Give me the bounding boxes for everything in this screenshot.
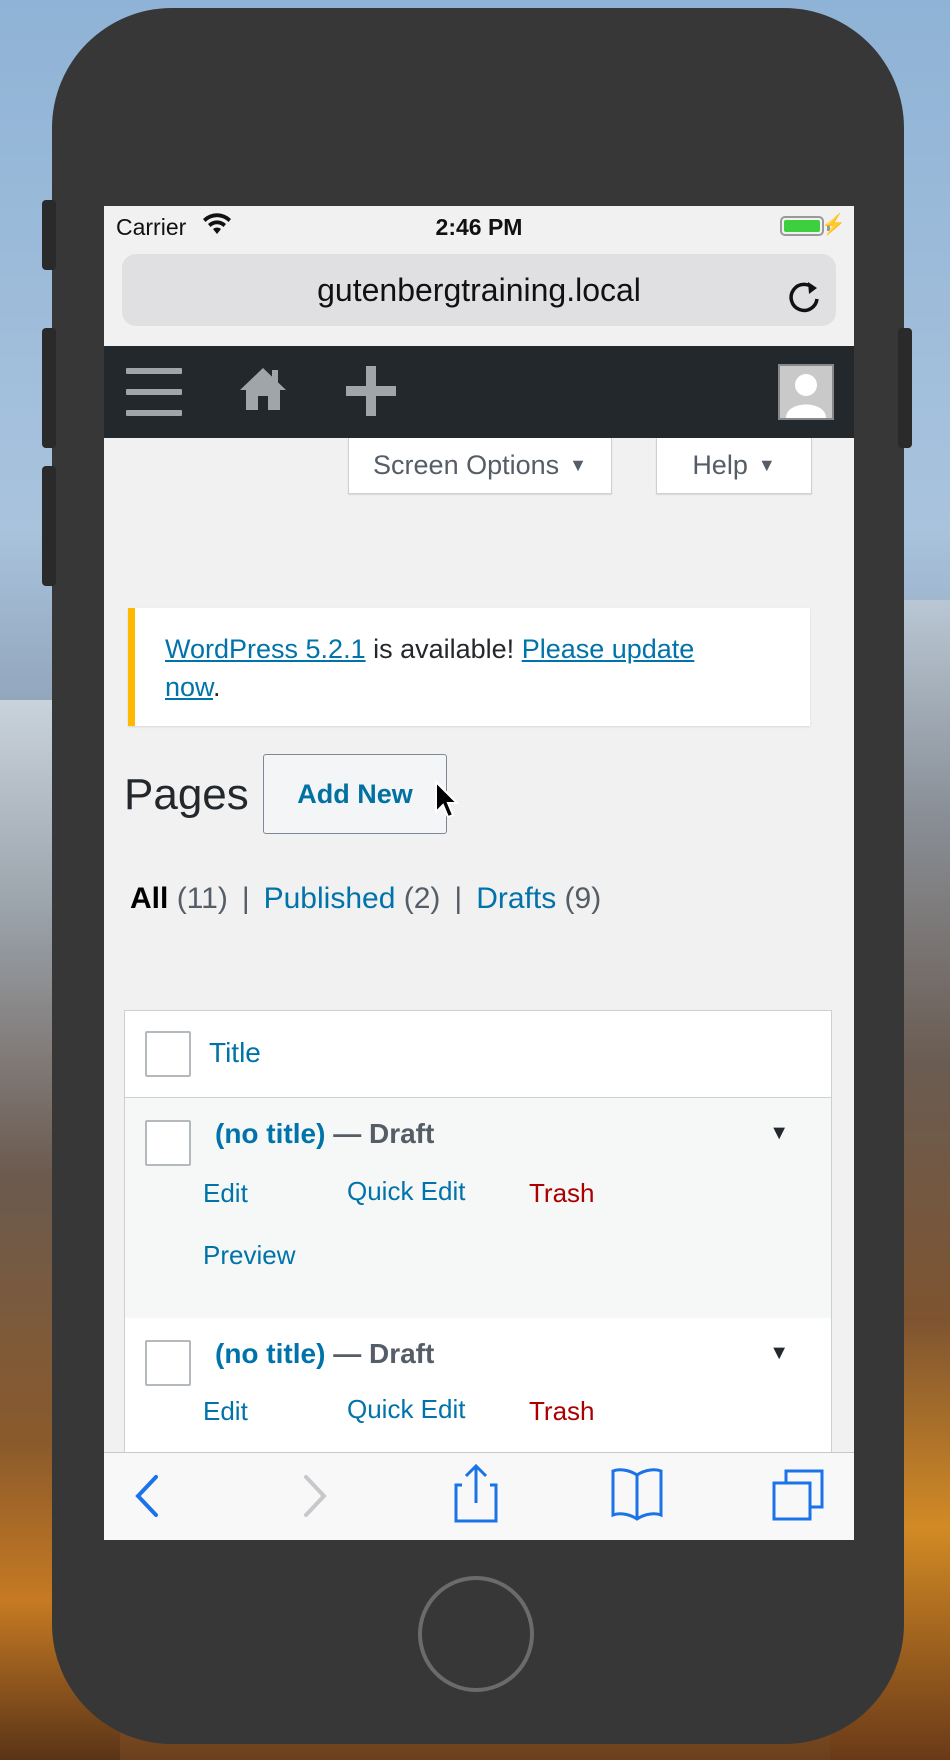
admin-bar [104, 346, 854, 438]
status-bar: Carrier 2:46 PM ⚡ [104, 206, 854, 246]
quick-edit-link[interactable]: Quick Edit [347, 1176, 466, 1207]
row-title: (no title) — Draft [215, 1338, 434, 1370]
phone-mute-switch [42, 200, 56, 270]
select-all-checkbox[interactable] [145, 1031, 191, 1077]
notice-text: is available! [365, 634, 522, 664]
row-checkbox[interactable] [145, 1340, 191, 1386]
table-header: Title [125, 1011, 831, 1098]
table-row: (no title) — Draft ▼ Edit Quick Edit Tra… [125, 1098, 831, 1318]
page-title-link[interactable]: (no title) [215, 1338, 325, 1369]
filter-all-count: (11) [176, 882, 228, 915]
filter-all[interactable]: All [130, 882, 168, 915]
phone-volume-down [42, 466, 56, 586]
mouse-cursor-icon [434, 779, 460, 825]
row-title: (no title) — Draft [215, 1118, 434, 1150]
filter-drafts[interactable]: Drafts [476, 882, 556, 915]
url-text: gutenbergtraining.local [317, 272, 641, 308]
forward-icon[interactable] [300, 1471, 330, 1526]
please-update-link[interactable]: Please update [522, 634, 695, 664]
update-notice: WordPress 5.2.1 is available! Please upd… [128, 608, 810, 726]
filter-separator: | [454, 882, 463, 915]
add-new-button[interactable]: Add New [263, 754, 447, 834]
home-button[interactable] [418, 1576, 534, 1692]
trash-link[interactable]: Trash [529, 1178, 595, 1209]
reload-icon[interactable] [784, 270, 824, 342]
charging-icon: ⚡ [821, 214, 846, 236]
row-toggle-icon[interactable]: ▼ [769, 1122, 789, 1145]
edit-link[interactable]: Edit [203, 1396, 248, 1427]
back-icon[interactable] [132, 1471, 162, 1526]
tabs-icon[interactable] [772, 1469, 824, 1526]
trash-link[interactable]: Trash [529, 1396, 595, 1427]
page-title: Pages [124, 770, 249, 819]
share-icon[interactable] [454, 1463, 498, 1528]
wordpress-version-link[interactable]: WordPress 5.2.1 [165, 634, 366, 664]
filter-published[interactable]: Published [264, 882, 396, 915]
dropdown-arrow-icon: ▼ [757, 455, 776, 475]
post-state: — Draft [325, 1338, 435, 1369]
dropdown-arrow-icon: ▼ [569, 455, 587, 475]
filter-drafts-count: (9) [564, 882, 602, 915]
filter-published-count: (2) [403, 882, 441, 915]
avatar[interactable] [778, 364, 834, 420]
bookmarks-icon[interactable] [610, 1465, 664, 1526]
pages-table: Title (no title) — Draft ▼ Edit Quick Ed… [124, 1010, 832, 1470]
please-update-link-cont[interactable]: now [165, 672, 213, 702]
row-checkbox[interactable] [145, 1120, 191, 1166]
notice-period: . [213, 672, 221, 702]
page-title-link[interactable]: (no title) [215, 1118, 325, 1149]
row-toggle-icon[interactable]: ▼ [769, 1342, 789, 1365]
table-row: (no title) — Draft ▼ Edit Quick Edit Tra… [125, 1318, 831, 1469]
battery-icon [780, 216, 824, 236]
browser-toolbar [104, 1452, 854, 1540]
status-filters: All (11) | Published (2) | Drafts (9) [130, 882, 601, 916]
filter-separator: | [241, 882, 250, 915]
help-button[interactable]: Help ▼ [656, 438, 812, 494]
phone-screen: Carrier 2:46 PM ⚡ gutenbergtraining.loca… [104, 206, 854, 1540]
menu-icon[interactable] [126, 368, 182, 416]
home-icon[interactable] [238, 364, 288, 419]
phone-volume-up [42, 328, 56, 448]
clock: 2:46 PM [435, 214, 523, 240]
title-column-header[interactable]: Title [209, 1037, 261, 1069]
help-label: Help [692, 450, 748, 480]
plus-icon[interactable] [344, 364, 398, 423]
post-state: — Draft [325, 1118, 435, 1149]
preview-link[interactable]: Preview [203, 1240, 295, 1271]
quick-edit-link[interactable]: Quick Edit [347, 1394, 466, 1425]
screen-options-button[interactable]: Screen Options ▼ [348, 438, 612, 494]
edit-link[interactable]: Edit [203, 1178, 248, 1209]
address-bar[interactable]: gutenbergtraining.local [122, 254, 836, 326]
phone-power-button [898, 328, 912, 448]
screen-options-label: Screen Options [373, 450, 560, 480]
